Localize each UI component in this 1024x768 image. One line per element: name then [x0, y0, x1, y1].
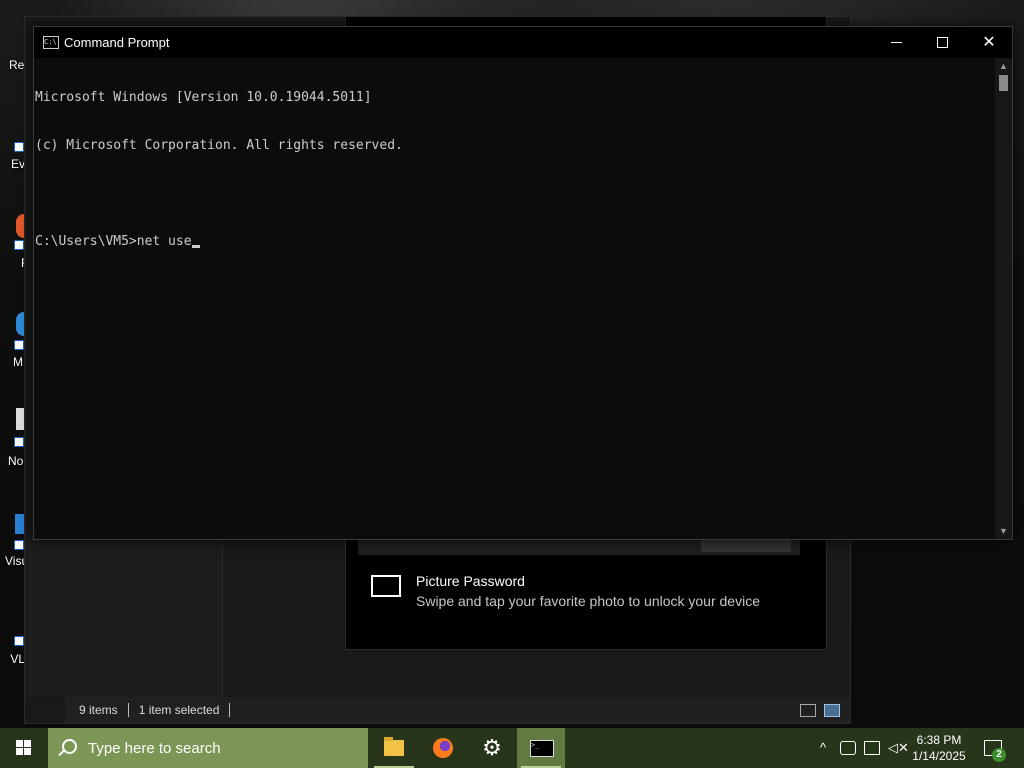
search-placeholder: Type here to search — [88, 740, 221, 757]
settings-button[interactable] — [701, 538, 791, 552]
visual-studio-icon — [15, 514, 24, 534]
taskbar-settings[interactable]: ⚙ — [468, 728, 516, 768]
shortcut-arrow-icon — [14, 540, 24, 550]
close-icon: ✕ — [982, 34, 996, 51]
system-clock[interactable]: 6:38 PM 1/14/2025 — [902, 732, 976, 764]
cmd-icon: C:\ — [43, 36, 59, 49]
taskbar-search-box[interactable]: Type here to search — [48, 728, 368, 768]
picture-icon — [371, 575, 401, 597]
cmd-icon: >_ — [530, 740, 554, 757]
notepad-icon — [16, 408, 24, 430]
edge-icon — [16, 312, 24, 336]
notification-count-badge: 2 — [992, 748, 1006, 762]
text-cursor — [191, 245, 200, 248]
desktop: Rec Eve F M No Visu VLC media player 9 i… — [0, 0, 1024, 728]
large-icons-view-icon[interactable] — [824, 703, 840, 717]
shortcut-arrow-icon — [14, 636, 24, 646]
console-output[interactable]: Microsoft Windows [Version 10.0.19044.50… — [34, 58, 995, 539]
taskbar-firefox[interactable] — [419, 728, 467, 768]
picture-password-title: Picture Password — [416, 573, 525, 589]
gear-icon: ⚙ — [482, 735, 502, 760]
view-toggle — [800, 703, 840, 717]
navigation-pane[interactable] — [25, 537, 223, 697]
search-icon — [62, 739, 77, 754]
taskbar-command-prompt[interactable]: >_ — [517, 728, 565, 768]
command-prompt-window[interactable]: C:\ Command Prompt ✕ Microsoft Windows [… — [33, 26, 1013, 540]
shortcut-arrow-icon — [14, 340, 24, 350]
firefox-icon — [16, 214, 24, 238]
vertical-scrollbar[interactable]: ▲ ▼ — [995, 58, 1012, 539]
maximize-button[interactable] — [920, 27, 966, 58]
scroll-down-arrow-icon[interactable]: ▼ — [995, 524, 1012, 538]
clock-date: 1/14/2025 — [912, 749, 966, 763]
console-prompt-line[interactable]: C:\Users\VM5>net use — [35, 234, 995, 250]
shortcut-arrow-icon — [14, 240, 24, 250]
scroll-thumb[interactable] — [999, 75, 1008, 91]
minimize-icon — [891, 42, 902, 43]
firefox-icon — [433, 738, 453, 758]
taskbar-file-explorer[interactable] — [370, 728, 418, 768]
title-bar[interactable]: C:\ Command Prompt ✕ — [34, 27, 1012, 58]
scroll-up-arrow-icon[interactable]: ▲ — [995, 59, 1012, 73]
security-alert-icon[interactable] — [840, 741, 856, 755]
desktop-icon-label: No — [8, 454, 24, 468]
item-count: 9 items — [79, 703, 118, 717]
status-bar: 9 items 1 item selected — [65, 697, 850, 723]
minimize-button[interactable] — [874, 27, 920, 58]
start-button[interactable] — [0, 728, 48, 768]
windows-logo-icon — [16, 740, 32, 756]
selection-count: 1 item selected — [138, 703, 220, 717]
details-view-icon[interactable] — [800, 703, 816, 717]
status-separator — [229, 703, 231, 717]
window-title: Command Prompt — [64, 35, 170, 50]
close-button[interactable]: ✕ — [966, 27, 1012, 58]
shortcut-arrow-icon — [14, 437, 24, 447]
desktop-icon-label: M — [13, 355, 23, 369]
maximize-icon — [937, 37, 948, 48]
console-input[interactable]: C:\Users\VM5>net use — [35, 234, 192, 249]
folder-icon — [384, 737, 404, 756]
taskbar: Type here to search ⚙ >_ ^ ◁✕ 6:38 PM 1/… — [0, 728, 1024, 768]
network-icon[interactable] — [864, 741, 880, 755]
status-separator — [127, 703, 129, 717]
picture-password-desc: Swipe and tap your favorite photo to unl… — [416, 593, 760, 609]
shortcut-arrow-icon — [14, 142, 24, 152]
console-line: Microsoft Windows [Version 10.0.19044.50… — [35, 90, 372, 105]
console-line: (c) Microsoft Corporation. All rights re… — [35, 138, 403, 153]
clock-time: 6:38 PM — [916, 733, 962, 747]
show-hidden-icons-chevron-icon[interactable]: ^ — [814, 728, 832, 768]
